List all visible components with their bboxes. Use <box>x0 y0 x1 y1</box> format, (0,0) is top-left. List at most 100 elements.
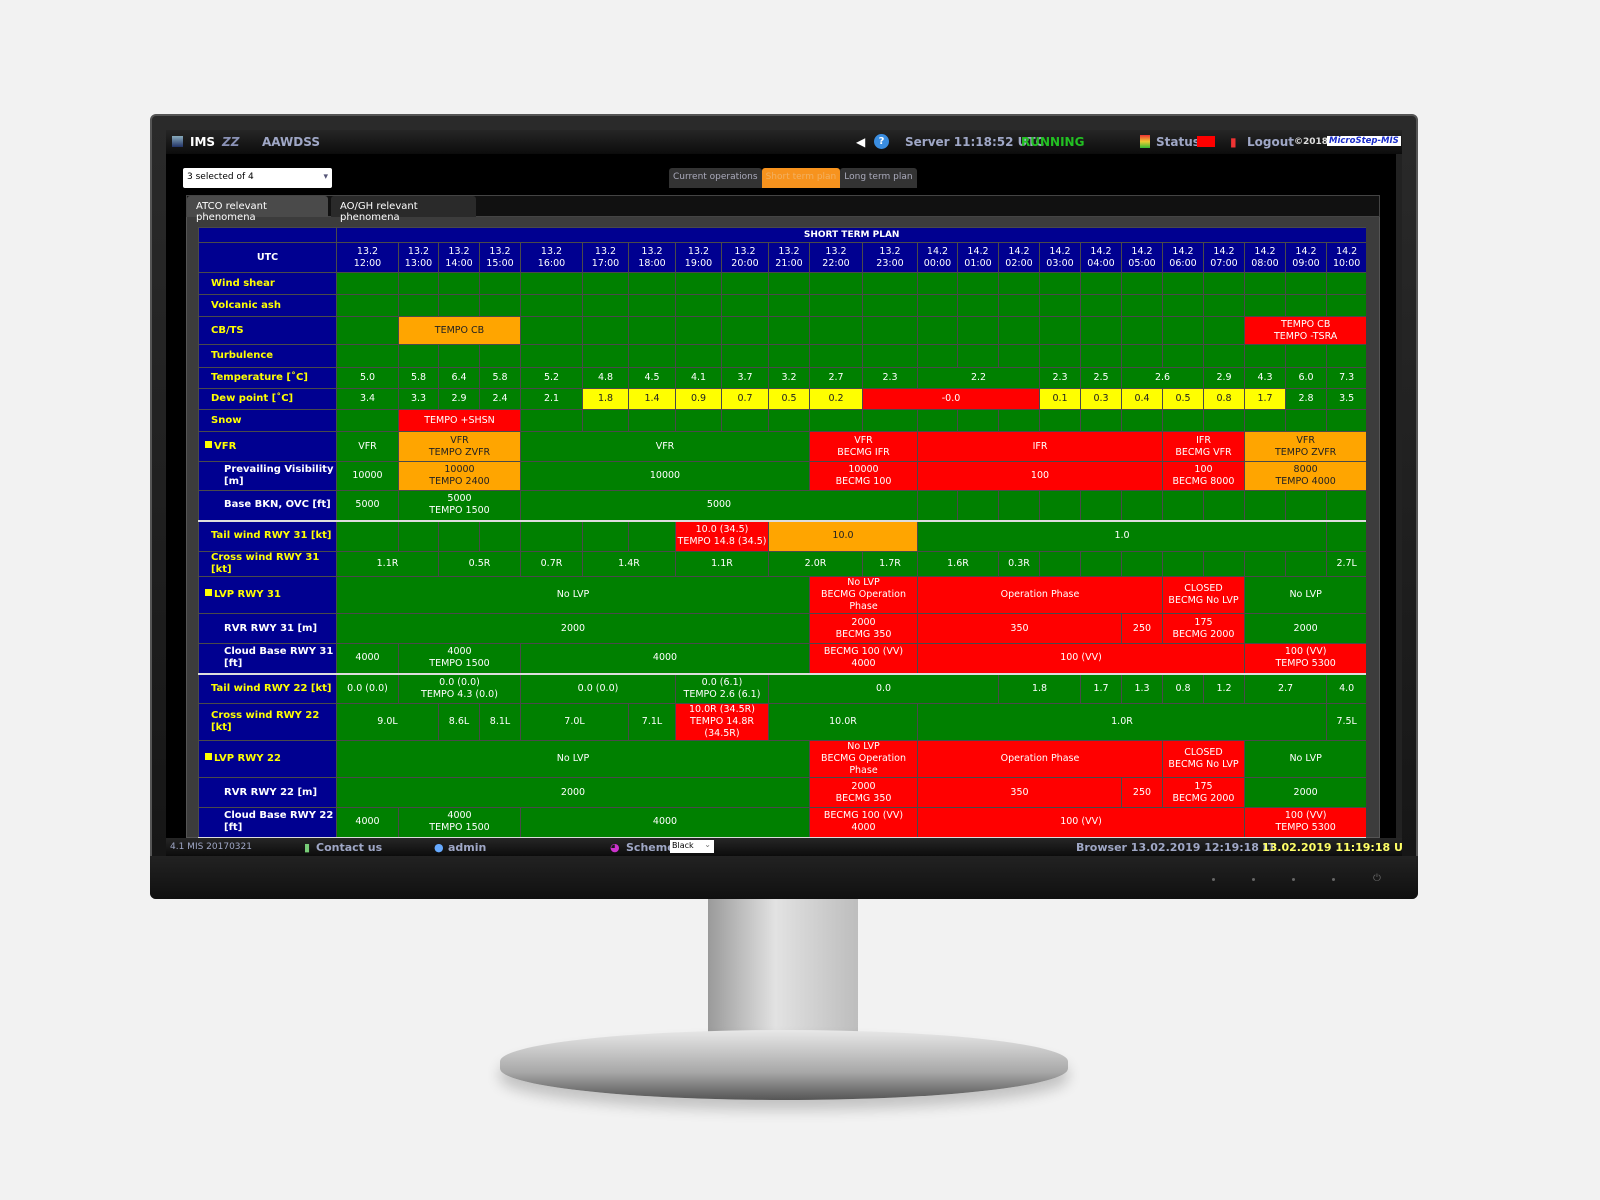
forecast-cell[interactable] <box>862 409 918 432</box>
forecast-cell[interactable] <box>862 294 918 317</box>
forecast-cell[interactable] <box>1325 519 1366 552</box>
forecast-cell[interactable]: Operation Phase <box>917 576 1163 614</box>
forecast-cell[interactable]: 250 <box>1121 613 1163 644</box>
forecast-cell[interactable] <box>1080 316 1122 345</box>
forecast-cell[interactable]: 5.8 <box>479 367 521 389</box>
forecast-cell[interactable] <box>917 344 958 368</box>
forecast-cell[interactable] <box>1121 294 1163 317</box>
forecast-cell[interactable] <box>1121 344 1163 368</box>
forecast-cell[interactable] <box>1121 409 1163 432</box>
forecast-cell[interactable] <box>809 316 863 345</box>
forecast-cell[interactable]: 0.5R <box>438 551 521 577</box>
power-icon[interactable]: ⏻ <box>1373 873 1381 884</box>
forecast-cell[interactable] <box>628 272 676 295</box>
forecast-cell[interactable] <box>862 316 918 345</box>
forecast-cell[interactable] <box>917 409 958 432</box>
forecast-cell[interactable]: 2.8 <box>1285 388 1327 410</box>
help-icon[interactable]: ? <box>874 134 889 149</box>
forecast-cell[interactable]: CLOSED BECMG No LVP <box>1162 576 1245 614</box>
forecast-cell[interactable]: 7.1L <box>628 703 676 741</box>
forecast-cell[interactable] <box>582 272 629 295</box>
forecast-cell[interactable] <box>479 294 521 317</box>
forecast-cell[interactable] <box>809 344 863 368</box>
forecast-cell[interactable]: TEMPO CB TEMPO -TSRA <box>1243 316 1366 345</box>
forecast-cell[interactable]: 2.6 <box>1121 367 1204 389</box>
forecast-cell[interactable]: VFR BECMG IFR <box>809 431 918 462</box>
forecast-cell[interactable] <box>582 344 629 368</box>
forecast-cell[interactable]: No LVP <box>1243 576 1366 614</box>
forecast-cell[interactable] <box>438 294 480 317</box>
forecast-cell[interactable] <box>1203 272 1245 295</box>
forecast-cell[interactable] <box>768 272 810 295</box>
forecast-cell[interactable] <box>721 272 769 295</box>
forecast-cell[interactable]: 100 (VV) <box>917 643 1245 674</box>
forecast-cell[interactable]: 7.5L <box>1325 703 1366 741</box>
forecast-cell[interactable] <box>520 294 583 317</box>
forecast-cell[interactable] <box>998 344 1040 368</box>
forecast-cell[interactable] <box>582 519 629 552</box>
forecast-cell[interactable]: 5000 TEMPO 1500 <box>398 490 521 521</box>
forecast-cell[interactable] <box>862 344 918 368</box>
tab-atco[interactable]: ATCO relevant phenomena <box>187 196 328 223</box>
forecast-cell[interactable]: 1.0 <box>917 519 1327 552</box>
forecast-cell[interactable] <box>1325 490 1366 521</box>
forecast-cell[interactable] <box>862 272 918 295</box>
forecast-cell[interactable]: 2.7 <box>1244 672 1327 704</box>
forecast-cell[interactable] <box>917 316 958 345</box>
forecast-cell[interactable] <box>1244 294 1286 317</box>
forecast-cell[interactable] <box>479 519 521 552</box>
forecast-cell[interactable] <box>582 409 629 432</box>
forecast-cell[interactable]: 5000 <box>336 490 399 521</box>
forecast-cell[interactable]: 4000 TEMPO 1500 <box>398 643 521 674</box>
forecast-cell[interactable] <box>438 519 480 552</box>
forecast-cell[interactable]: 1.8 <box>998 672 1081 704</box>
forecast-cell[interactable]: 9.0L <box>336 703 439 741</box>
forecast-cell[interactable]: 0.5 <box>1162 388 1204 410</box>
forecast-cell[interactable] <box>1039 490 1081 521</box>
forecast-cell[interactable]: 1.7R <box>862 551 918 577</box>
forecast-cell[interactable]: 4000 TEMPO 1500 <box>398 807 521 838</box>
forecast-cell[interactable] <box>721 294 769 317</box>
forecast-cell[interactable] <box>1080 294 1122 317</box>
forecast-cell[interactable] <box>1203 551 1245 577</box>
forecast-cell[interactable]: 4000 <box>520 807 810 838</box>
forecast-cell[interactable]: 0.8 <box>1162 672 1204 704</box>
forecast-cell[interactable]: 7.0L <box>520 703 629 741</box>
forecast-cell[interactable] <box>1325 294 1366 317</box>
forecast-cell[interactable] <box>398 344 439 368</box>
forecast-cell[interactable] <box>675 294 722 317</box>
forecast-cell[interactable] <box>628 519 676 552</box>
forecast-cell[interactable] <box>1162 294 1204 317</box>
forecast-cell[interactable] <box>1162 344 1204 368</box>
forecast-cell[interactable]: 2000 <box>336 777 810 808</box>
forecast-cell[interactable] <box>998 316 1040 345</box>
forecast-cell[interactable]: 1.7 <box>1244 388 1286 410</box>
forecast-cell[interactable] <box>957 294 999 317</box>
forecast-cell[interactable]: 10.0R (34.5R) TEMPO 14.8R (34.5R) <box>675 703 769 741</box>
forecast-cell[interactable]: 2.4 <box>479 388 521 410</box>
forecast-cell[interactable]: 100 (VV) TEMPO 5300 <box>1243 807 1366 838</box>
forecast-cell[interactable]: 2000 BECMG 350 <box>809 613 918 644</box>
user-name[interactable]: admin <box>448 841 486 854</box>
forecast-cell[interactable]: 8.6L <box>438 703 480 741</box>
back-arrow-icon[interactable]: ◀ <box>856 135 865 149</box>
forecast-cell[interactable] <box>1325 409 1366 432</box>
forecast-cell[interactable] <box>628 316 676 345</box>
forecast-cell[interactable]: 5.0 <box>336 367 399 389</box>
phenomena-filter-select[interactable]: 3 selected of 4 ▾ <box>183 168 332 188</box>
forecast-cell[interactable] <box>1121 490 1163 521</box>
forecast-cell[interactable] <box>336 409 399 432</box>
forecast-cell[interactable] <box>1121 272 1163 295</box>
logout-link[interactable]: Logout <box>1247 135 1294 149</box>
vertical-scrollbar[interactable] <box>1396 154 1402 838</box>
forecast-cell[interactable]: No LVP <box>336 740 810 778</box>
forecast-cell[interactable] <box>1285 272 1327 295</box>
forecast-cell[interactable]: No LVP <box>336 576 810 614</box>
forecast-cell[interactable]: No LVP <box>1243 740 1366 778</box>
forecast-cell[interactable] <box>1244 551 1286 577</box>
forecast-cell[interactable]: 2.7 <box>809 367 863 389</box>
forecast-cell[interactable] <box>1285 344 1327 368</box>
forecast-cell[interactable]: 1.1R <box>675 551 769 577</box>
forecast-cell[interactable] <box>917 294 958 317</box>
forecast-cell[interactable]: VFR <box>336 431 399 462</box>
